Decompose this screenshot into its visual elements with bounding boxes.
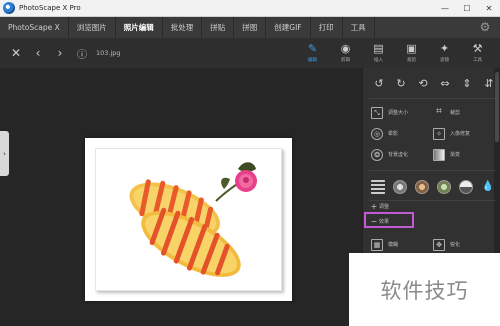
vignette-tool[interactable]: ◎ 晕影: [371, 127, 433, 140]
menu-item-combine[interactable]: 拼图: [234, 17, 267, 38]
watermark-text: 软件技巧: [380, 278, 469, 303]
photo-frame: [85, 138, 292, 301]
panel-divider: [369, 170, 495, 171]
window-controls: — ☐ ✕: [434, 0, 500, 17]
tab-insert[interactable]: ▤ 插入: [362, 38, 395, 68]
menu-item-tools[interactable]: 工具: [343, 17, 375, 38]
close-button[interactable]: ✕: [478, 0, 500, 17]
minimize-button[interactable]: —: [434, 0, 456, 17]
retouch-tool[interactable]: ✧ 入像修复: [433, 127, 495, 140]
effects-section-highlight: [364, 212, 414, 228]
filter-preset-3-icon[interactable]: [437, 180, 451, 194]
effects-tool-grid: ▦ 模糊 ✥ 锐化: [371, 234, 495, 255]
droplet-icon[interactable]: 💧: [481, 180, 495, 194]
sharpen-label: 锐化: [450, 242, 461, 248]
maximize-button[interactable]: ☐: [456, 0, 478, 17]
blur-label: 模糊: [388, 242, 399, 248]
section-adjust-label: 调整: [379, 203, 390, 210]
menu-item-batch[interactable]: 批处理: [163, 17, 203, 38]
resize-label: 调整大小: [388, 110, 409, 116]
gear-icon[interactable]: ⚙: [478, 20, 492, 34]
file-name: 103.jpg: [96, 49, 121, 57]
transform-icon[interactable]: ⇵: [481, 76, 497, 92]
bokeh-tool[interactable]: ❂ 背景虚化: [371, 148, 433, 161]
retouch-label: 入像修复: [450, 131, 471, 137]
tab-tools[interactable]: ⚒ 工具: [461, 38, 494, 68]
insert-icon: ▤: [373, 42, 384, 55]
chevron-left-icon[interactable]: ‹: [32, 46, 44, 60]
crop-icon: ⌗: [436, 105, 442, 117]
tab-crop-label: 裁剪: [407, 58, 416, 63]
editor-toolbar: ✕ ‹ › ⓘ 103.jpg ✎ 编辑 ◉ 剪辑 ▤ 插入 ▣ 裁剪 ✦ 滤镜…: [0, 38, 500, 68]
filter-preset-1-icon[interactable]: [393, 180, 407, 194]
tool-grid: ⤡ 调整大小 ⌗ 裁剪 ◎ 晕影 ✧ 入像修复 ❂ 背景虚化 渐变: [371, 102, 495, 165]
tab-tools-label: 工具: [473, 58, 482, 63]
watermark: 软件技巧: [349, 253, 500, 326]
menu-item-gif[interactable]: 创建GIF: [266, 17, 311, 38]
bokeh-icon: ❂: [371, 148, 383, 161]
bokeh-label: 背景虚化: [388, 152, 409, 158]
tab-crop[interactable]: ▣ 裁剪: [395, 38, 428, 68]
tab-filter[interactable]: ✦ 滤镜: [428, 38, 461, 68]
sharpen-tool[interactable]: ✥ 锐化: [433, 238, 495, 251]
expand-icon: +: [370, 201, 378, 211]
gradient-tool[interactable]: 渐变: [433, 148, 495, 161]
title-bar: PhotoScape X Pro — ☐ ✕: [0, 0, 500, 17]
chevron-right-icon[interactable]: ›: [54, 46, 66, 60]
bread-and-rose-image: [129, 162, 257, 277]
window-title: PhotoScape X Pro: [19, 4, 81, 12]
tab-clip-label: 剪辑: [341, 58, 350, 63]
menu-item-collage[interactable]: 拼贴: [202, 17, 235, 38]
sparkle-icon: ✦: [439, 42, 450, 55]
app-logo-icon: [3, 2, 15, 14]
main-menu: PhotoScape X 浏览图片 照片编辑 批处理 拼贴 拼图 创建GIF 打…: [0, 17, 500, 38]
edit-icon: ✎: [307, 42, 318, 55]
panel-divider: [369, 98, 495, 99]
gradient-icon: [433, 148, 445, 161]
tab-edit[interactable]: ✎ 编辑: [296, 38, 329, 68]
resize-icon: ⤡: [371, 106, 383, 119]
mode-tabs: ✎ 编辑 ◉ 剪辑 ▤ 插入 ▣ 裁剪 ✦ 滤镜 ⚒ 工具: [296, 38, 494, 68]
rotate-left-icon[interactable]: ↺: [371, 76, 387, 92]
filter-preset-4-icon[interactable]: [459, 180, 473, 194]
menu-item-viewer[interactable]: 浏览图片: [69, 17, 116, 38]
sharpen-icon: ✥: [433, 238, 445, 251]
flip-vertical-icon[interactable]: ⇕: [459, 76, 475, 92]
filter-presets: 💧: [371, 180, 500, 194]
vignette-label: 晕影: [388, 131, 399, 137]
close-icon[interactable]: ✕: [10, 46, 22, 60]
crop-icon: ▣: [406, 42, 417, 55]
tab-filter-label: 滤镜: [440, 58, 449, 63]
filter-preset-2-icon[interactable]: [415, 180, 429, 194]
blur-tool[interactable]: ▦ 模糊: [371, 238, 433, 251]
menu-item-editor[interactable]: 照片编辑: [116, 17, 163, 38]
resize-tool[interactable]: ⤡ 调整大小: [371, 106, 433, 119]
section-adjust[interactable]: + 调整: [369, 200, 495, 212]
menu-item-photoscape[interactable]: PhotoScape X: [0, 17, 69, 38]
edited-photo[interactable]: [95, 148, 282, 291]
info-icon[interactable]: ⓘ: [76, 46, 88, 61]
menu-item-print[interactable]: 打印: [311, 17, 343, 38]
gradient-label: 渐变: [450, 152, 461, 158]
vignette-icon: ◎: [371, 127, 383, 140]
crop-label: 裁剪: [450, 110, 461, 116]
rotate-right-icon[interactable]: ↻: [393, 76, 409, 92]
tab-insert-label: 插入: [374, 58, 383, 63]
blur-icon: ▦: [371, 238, 383, 251]
ring-icon: ◉: [340, 42, 351, 55]
rotation-toolbar: ↺ ↻ ⟲ ⇔ ⇕ ⇵: [371, 76, 500, 92]
expand-panel-handle[interactable]: ›: [0, 131, 9, 176]
crop-tool[interactable]: ⌗ 裁剪: [433, 105, 495, 119]
straighten-icon[interactable]: ⟲: [415, 76, 431, 92]
film-strip-icon[interactable]: [371, 180, 385, 194]
tab-edit-label: 编辑: [308, 58, 317, 63]
tab-clip[interactable]: ◉ 剪辑: [329, 38, 362, 68]
flip-horizontal-icon[interactable]: ⇔: [437, 76, 453, 92]
tools-icon: ⚒: [472, 42, 483, 55]
retouch-icon: ✧: [433, 127, 445, 140]
